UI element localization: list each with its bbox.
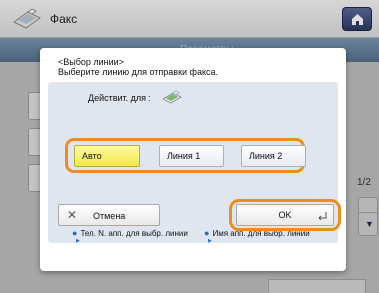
close-icon: ✕ [67, 208, 78, 222]
triangle-right-icon: ▶ [208, 238, 212, 244]
bullet-icon: ● [204, 228, 210, 238]
enter-icon [318, 212, 327, 220]
line-option-label: Авто [82, 151, 102, 161]
setting-label: Действит. для [88, 93, 147, 103]
line-option-1[interactable]: Линия 1 [159, 145, 224, 167]
dialog-instruction: Выберите линию для отправки факса. [58, 67, 219, 77]
cancel-label: Отмена [93, 211, 126, 221]
bullet-icon: ● [72, 228, 78, 238]
setting-separator: : [148, 93, 151, 103]
triangle-right-icon: ▶ [76, 238, 80, 244]
line-option-2[interactable]: Линия 2 [241, 145, 306, 167]
fax-icon [162, 90, 182, 104]
line-option-label: Линия 1 [167, 151, 201, 161]
link-label: Тел. N. апп. для выбр. линии [80, 229, 188, 238]
dialog-header: <Выбор линии> Выберите линию для отправк… [58, 57, 218, 77]
cancel-button[interactable]: ✕ Отмена [58, 204, 160, 226]
link-line-tel-number[interactable]: ● Тел. N. апп. для выбр. линии ▶ [72, 228, 188, 244]
line-select-dialog: <Выбор линии> Выберите линию для отправк… [40, 48, 346, 271]
line-option-auto[interactable]: Авто [74, 145, 140, 167]
ok-button[interactable]: OK [236, 204, 334, 226]
dialog-title: <Выбор линии> [58, 57, 124, 67]
line-option-label: Линия 2 [249, 151, 283, 161]
